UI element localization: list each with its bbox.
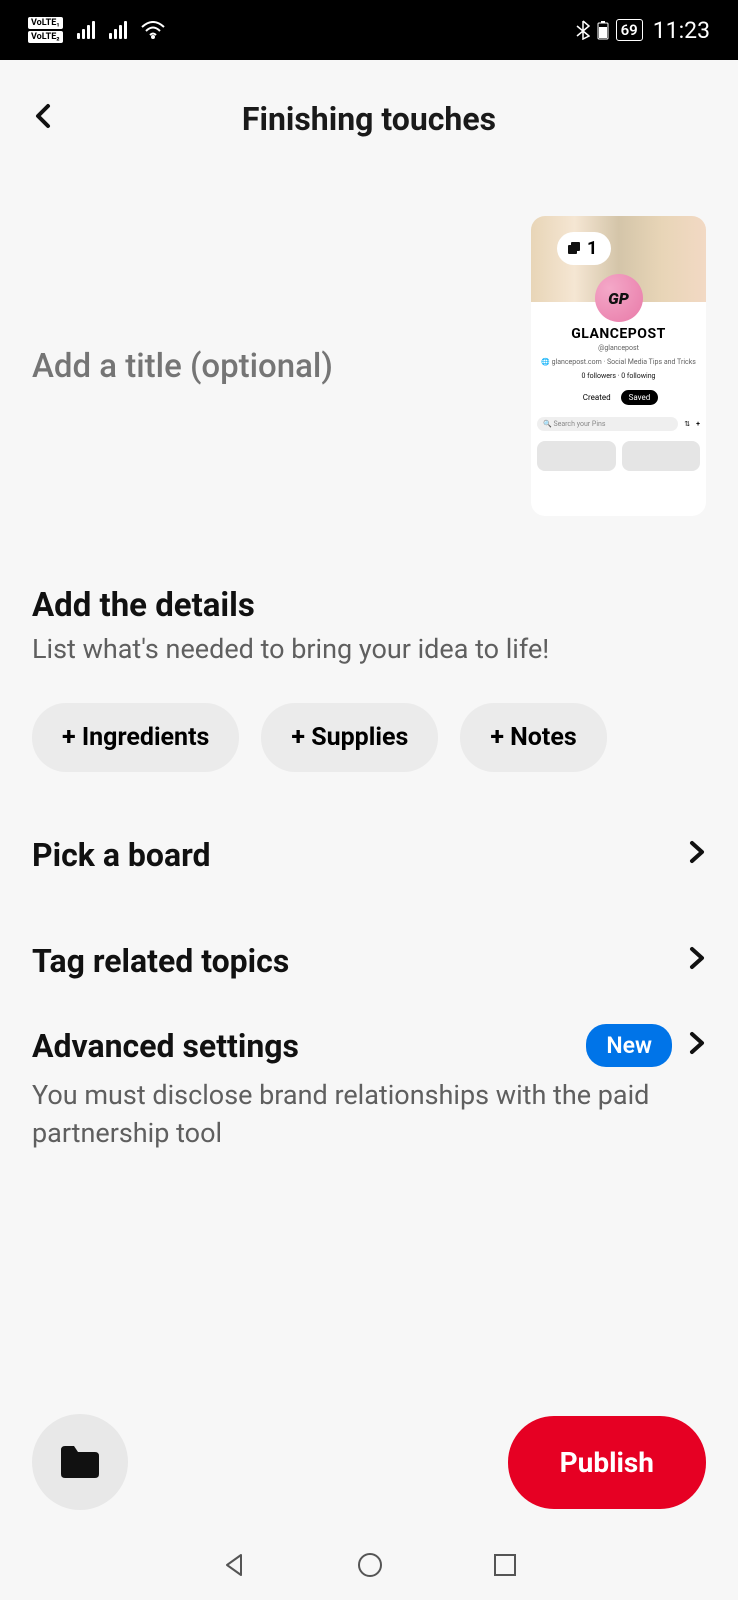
nav-back-icon[interactable] (221, 1552, 247, 1578)
drafts-button[interactable] (32, 1414, 128, 1510)
pick-board-row[interactable]: Pick a board (0, 802, 738, 908)
preview-count-badge: 1 (557, 232, 611, 265)
preview-search: 🔍 Search your Pins (537, 417, 678, 431)
advanced-subtitle: You must disclose brand relationships wi… (32, 1077, 706, 1153)
chevron-right-icon (688, 1030, 706, 1062)
page-title: Finishing touches (28, 100, 710, 138)
preview-count: 1 (587, 238, 597, 259)
signal-icon-2 (109, 21, 127, 39)
ingredients-chip[interactable]: + Ingredients (32, 703, 239, 772)
status-bar: VoLTE₁ VoLTE₂ 69 11:23 (0, 0, 738, 60)
pin-preview-card[interactable]: 1 GP GLANCEPOST @glancepost 🌐 glancepost… (531, 216, 706, 516)
preview-handle: @glancepost (531, 344, 706, 352)
back-button[interactable] (34, 100, 54, 138)
bluetooth-icon (576, 20, 590, 40)
wifi-icon (141, 21, 165, 39)
preview-filter-icon: ⇅ (684, 420, 690, 428)
preview-profile-name: GLANCEPOST (531, 326, 706, 342)
folder-icon (58, 1444, 102, 1480)
preview-add-icon: + (696, 420, 700, 428)
publish-button[interactable]: Publish (508, 1416, 706, 1509)
supplies-chip[interactable]: + Supplies (261, 703, 438, 772)
new-badge: New (586, 1024, 672, 1067)
battery-pct: 69 (616, 19, 643, 41)
notes-chip[interactable]: + Notes (460, 703, 606, 772)
tag-topics-row[interactable]: Tag related topics (0, 908, 738, 1014)
chevron-right-icon (688, 839, 706, 871)
advanced-settings-row[interactable]: Advanced settings New (32, 1024, 706, 1067)
details-title: Add the details (32, 586, 706, 625)
signal-icon-1 (77, 21, 95, 39)
volte-2-badge: VoLTE₂ (28, 31, 63, 43)
system-nav-bar (0, 1530, 738, 1600)
time: 11:23 (653, 17, 710, 44)
preview-site-line: 🌐 glancepost.com · Social Media Tips and… (531, 358, 706, 366)
volte-1-badge: VoLTE₁ (28, 17, 63, 29)
tag-topics-label: Tag related topics (32, 942, 289, 980)
preview-tab-saved: Saved (621, 390, 659, 405)
battery-icon (596, 20, 610, 40)
preview-board-thumb (537, 441, 616, 471)
title-input[interactable] (32, 216, 511, 516)
header: Finishing touches (0, 60, 738, 168)
nav-home-icon[interactable] (357, 1552, 383, 1578)
preview-stats: 0 followers · 0 following (531, 372, 706, 380)
chevron-right-icon (688, 945, 706, 977)
details-subtitle: List what's needed to bring your idea to… (32, 633, 706, 665)
nav-recents-icon[interactable] (493, 1553, 517, 1577)
preview-avatar: GP (595, 274, 643, 322)
pick-board-label: Pick a board (32, 836, 211, 874)
advanced-label: Advanced settings (32, 1027, 299, 1065)
preview-board-thumb (622, 441, 701, 471)
preview-tab-created: Created (579, 390, 615, 405)
